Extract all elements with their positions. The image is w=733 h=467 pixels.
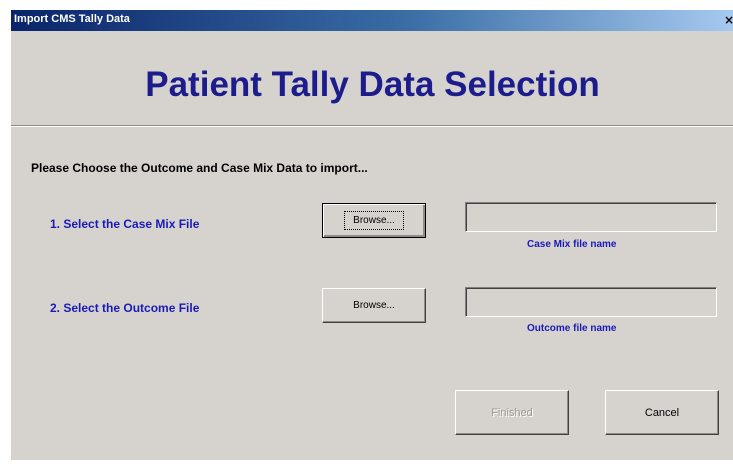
cancel-button[interactable]: Cancel [605,390,719,435]
outcome-file-field[interactable] [465,287,717,317]
title-bar[interactable]: Import CMS Tally Data × [11,10,733,31]
outcome-file-caption: Outcome file name [527,323,617,334]
case-mix-step-label: 1. Select the Case Mix File [50,217,200,231]
outcome-step-label: 2. Select the Outcome File [50,301,200,315]
case-mix-file-field[interactable] [465,202,717,232]
page-title: Patient Tally Data Selection [145,65,600,104]
outcome-browse-label: Browse... [353,300,395,311]
case-mix-browse-button[interactable]: Browse... [322,203,426,238]
cancel-button-label: Cancel [644,406,680,419]
window-title: Import CMS Tally Data [14,13,130,25]
finished-button[interactable]: Finished [455,390,569,435]
close-icon[interactable]: × [724,13,733,28]
instructions-text: Please Choose the Outcome and Case Mix D… [31,161,368,175]
header-divider [11,125,733,127]
finished-button-label: Finished [491,406,533,419]
case-mix-file-caption: Case Mix file name [527,239,617,250]
case-mix-browse-label: Browse... [344,211,404,230]
outcome-browse-button[interactable]: Browse... [322,288,426,323]
import-dialog: Import CMS Tally Data × Patient Tally Da… [10,10,733,460]
